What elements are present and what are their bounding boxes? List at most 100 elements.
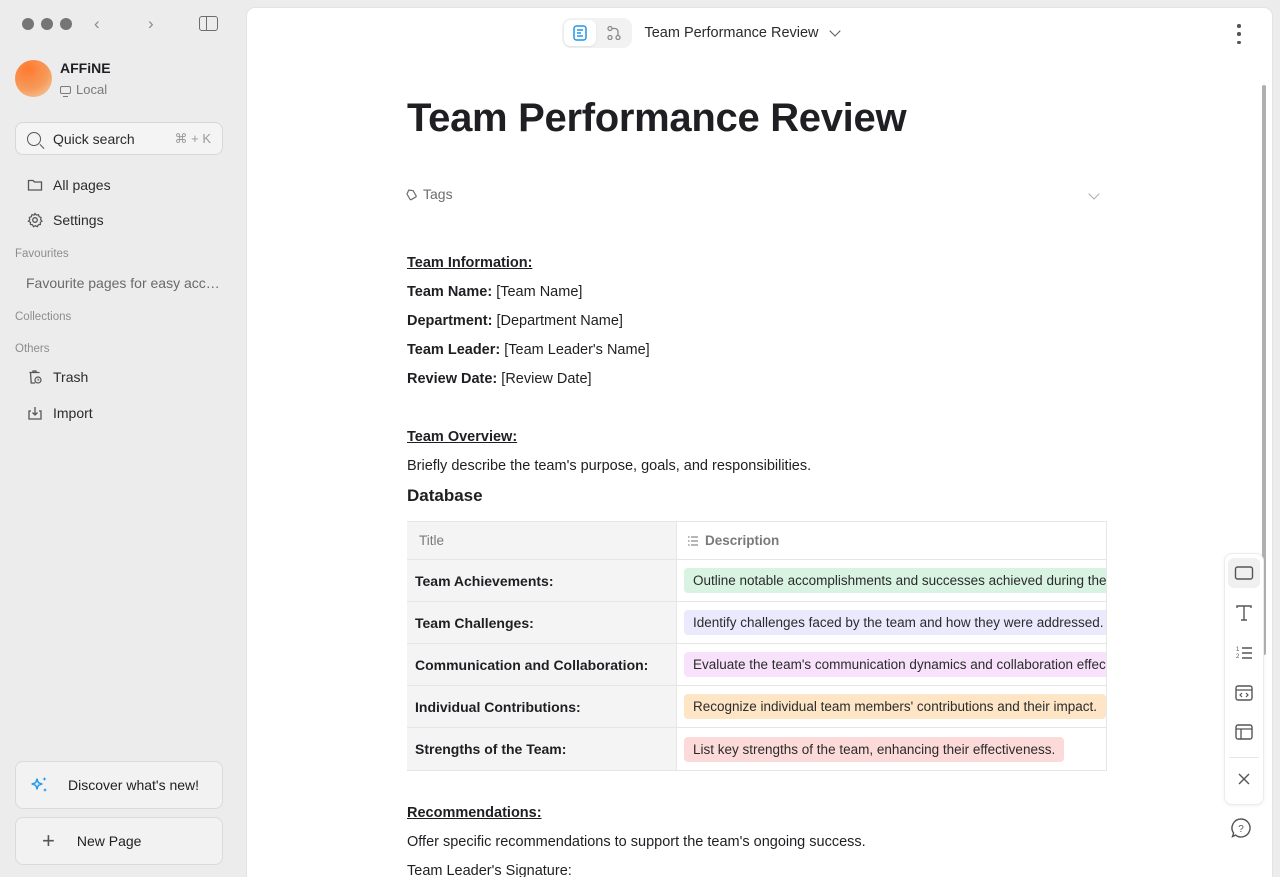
row-title[interactable]: Strengths of the Team: (407, 728, 677, 770)
team-information-heading: Team Information: (407, 255, 533, 271)
search-icon (27, 131, 41, 146)
sidebar-item-label: Trash (53, 369, 89, 385)
frame-tool-button[interactable] (1228, 558, 1260, 589)
row-title[interactable]: Communication and Collaboration: (407, 644, 677, 685)
window-controls (22, 18, 72, 30)
field-value: [Team Name] (496, 284, 583, 300)
recommendations-heading: Recommendations: (407, 805, 542, 821)
row-title[interactable]: Individual Contributions: (407, 686, 677, 727)
table-row[interactable]: Team Challenges: Identify challenges fac… (407, 602, 1107, 644)
field-label: Team Leader: (407, 342, 501, 358)
chevron-down-icon[interactable] (828, 25, 841, 37)
favourites-section-label: Favourites (15, 248, 69, 260)
sidebar-item-settings[interactable]: Settings (27, 212, 104, 228)
sidebar-item-trash[interactable]: Trash (27, 369, 88, 385)
floating-toolbar: 12 (1224, 553, 1264, 805)
others-section-label: Others (15, 343, 50, 355)
collections-section-label[interactable]: Collections (15, 311, 71, 323)
database-table: Title Description Team Achievements: Out… (407, 521, 1107, 771)
header: Team Performance Review (247, 18, 1272, 48)
row-description-cell[interactable]: Evaluate the team's communication dynami… (677, 644, 1107, 685)
close-window-button[interactable] (22, 18, 34, 30)
import-icon (28, 407, 42, 420)
sidebar-item-all-pages[interactable]: All pages (27, 177, 111, 193)
description-pill: Recognize individual team members' contr… (684, 694, 1106, 719)
sidebar-toggle-icon[interactable] (199, 16, 218, 31)
help-icon[interactable]: ? (1230, 817, 1252, 839)
discover-whats-new-button[interactable]: Discover what's new! (15, 761, 223, 809)
table-header-row: Title Description (407, 522, 1107, 560)
sidebar-item-label: Settings (53, 212, 104, 228)
plus-icon: + (42, 828, 55, 853)
sparkle-icon (31, 777, 47, 792)
description-pill: Outline notable accomplishments and succ… (684, 568, 1106, 593)
signature-line: Team Leader's Signature: (407, 863, 572, 877)
field-value: [Review Date] (501, 371, 592, 387)
description-pill: Evaluate the team's communication dynami… (684, 652, 1106, 677)
sidebar-item-label: All pages (53, 177, 111, 193)
column-header-description[interactable]: Description (677, 522, 1107, 559)
database-heading[interactable]: Database (407, 486, 483, 506)
tag-icon (406, 189, 417, 201)
sidebar-item-import[interactable]: Import (27, 405, 93, 421)
tags-property[interactable]: Tags (404, 186, 1104, 202)
quick-search-button[interactable]: Quick search ⌘ + K (15, 122, 223, 155)
workspace-type-label: Local (76, 82, 108, 97)
forward-arrow-icon[interactable]: › (148, 14, 154, 34)
tags-label: Tags (423, 186, 453, 202)
page-title[interactable]: Team Performance Review (407, 96, 907, 141)
edgeless-mode-button[interactable] (598, 20, 630, 46)
header-doc-title[interactable]: Team Performance Review (644, 25, 818, 41)
recommendations-text: Offer specific recommendations to suppor… (407, 834, 866, 850)
edgeless-mode-icon (607, 25, 622, 41)
text-icon (1236, 605, 1252, 621)
discover-label: Discover what's new! (68, 777, 200, 793)
toolbar-divider (1229, 757, 1259, 759)
column-header-title[interactable]: Title (407, 522, 677, 559)
gear-icon (27, 212, 43, 228)
code-embed-tool-button[interactable] (1228, 677, 1260, 707)
row-title[interactable]: Team Achievements: (407, 560, 677, 601)
more-options-icon[interactable] (1236, 24, 1242, 44)
mode-switch (562, 18, 633, 48)
row-title[interactable]: Team Challenges: (407, 602, 677, 643)
chevron-down-icon[interactable] (1088, 188, 1100, 200)
workspace-name: AFFiNE (60, 60, 111, 76)
row-description-cell[interactable]: Identify challenges faced by the team an… (677, 602, 1107, 643)
row-description-cell[interactable]: Outline notable accomplishments and succ… (677, 560, 1107, 601)
table-row[interactable]: Team Achievements: Outline notable accom… (407, 560, 1107, 602)
text-tool-button[interactable] (1228, 598, 1260, 628)
description-pill: List key strengths of the team, enhancin… (684, 736, 1065, 762)
back-arrow-icon[interactable]: ‹ (94, 14, 100, 34)
close-icon (1238, 773, 1250, 785)
page-mode-button[interactable] (564, 20, 597, 46)
editor-area: Team Performance Review Team Performance… (247, 8, 1272, 877)
table-row[interactable]: Strengths of the Team: List key strength… (407, 728, 1107, 770)
table-row[interactable]: Individual Contributions: Recognize indi… (407, 686, 1107, 728)
maximize-window-button[interactable] (60, 18, 72, 30)
local-device-icon (60, 85, 71, 97)
close-toolbar-button[interactable] (1228, 764, 1260, 794)
svg-text:?: ? (1238, 824, 1244, 835)
sidebar: ‹ › AFFiNE Local Quick search ⌘ + K All … (0, 0, 246, 877)
layout-tool-button[interactable] (1228, 717, 1260, 747)
team-overview-heading: Team Overview: (407, 429, 518, 445)
column-header-label: Description (705, 533, 780, 548)
new-page-button[interactable]: + New Page (15, 817, 223, 865)
row-description-cell[interactable]: List key strengths of the team, enhancin… (677, 728, 1107, 770)
page-mode-icon (573, 25, 588, 41)
quick-search-shortcut: ⌘ + K (174, 130, 212, 146)
field-department: Department: [Department Name] (407, 313, 623, 329)
team-overview-text: Briefly describe the team's purpose, goa… (407, 458, 812, 474)
table-row[interactable]: Communication and Collaboration: Evaluat… (407, 644, 1107, 686)
layout-icon (1235, 724, 1253, 741)
text-column-icon (688, 535, 698, 546)
row-description-cell[interactable]: Recognize individual team members' contr… (677, 686, 1107, 727)
workspace-switcher[interactable]: AFFiNE Local (15, 60, 111, 97)
field-label: Department: (407, 313, 493, 329)
numbered-list-tool-button[interactable]: 12 (1228, 638, 1260, 668)
minimize-window-button[interactable] (41, 18, 53, 30)
sidebar-item-label: Import (53, 405, 93, 421)
field-value: [Department Name] (496, 313, 623, 329)
new-page-label: New Page (76, 833, 142, 849)
